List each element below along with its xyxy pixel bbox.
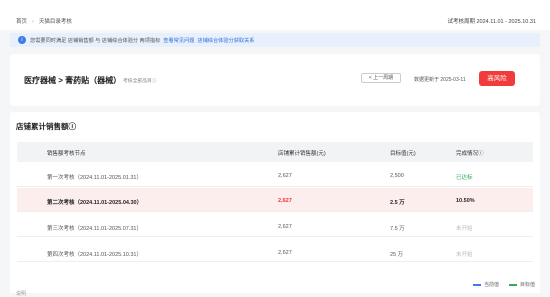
legend-current-swatch-icon (473, 283, 481, 286)
header-target: 目标值(元) (390, 151, 416, 157)
category-title: 医疗器械 > 膏药贴（器械） (24, 76, 122, 85)
sales-section-title: 店铺累计销售额ⓘ (16, 122, 76, 131)
assessment-period: 试考核周期 2024.11.01 - 2025.10.31 (447, 19, 536, 25)
row-status: 未开始 (456, 226, 473, 232)
breadcrumb-current: 天猫目录考核 (38, 19, 72, 25)
row-target: 7.5 万 (390, 226, 405, 232)
notice-banner: i 您需要同时满足 店铺销售额 与 店铺综合体验分 两项指标 查看常见问题 店铺综合… (10, 33, 540, 47)
breadcrumb: 首页 › 天猫目录考核 (16, 17, 72, 25)
notice-message: 您需要同时满足 店铺销售额 与 店铺综合体验分 两项指标 (30, 38, 161, 44)
header-sales: 店铺累计销售额(元) (278, 151, 326, 157)
row-node: 第四次考核（2024.11.01-2025.10.31） (47, 252, 142, 258)
header-node: 销售额考核节点 (47, 151, 86, 157)
breadcrumb-home[interactable]: 首页 (16, 19, 27, 25)
row-node: 第三次考核（2024.11.01-2025.07.31） (47, 226, 142, 232)
row-sales: 2,627 (278, 250, 292, 256)
legend-current-label: 当前值 (484, 282, 500, 288)
row-sales: 2,627 (278, 198, 292, 204)
row-node: 第一次考核（2024.11.01-2025.01.31） (47, 175, 142, 181)
row-target: 2.5 万 (390, 200, 405, 206)
legend-target: 目标值 (509, 281, 535, 288)
risk-badge[interactable]: 高风险 (479, 71, 515, 86)
header-status: 完成情况ⓘ (456, 151, 484, 157)
data-updated-text: 数据更新于 2025-03-11 (414, 77, 466, 83)
faq-link[interactable]: 查看常见问题 (163, 38, 194, 44)
row-node: 第二次考核（2024.11.01-2025.04.30） (47, 200, 143, 206)
row-target: 25 万 (390, 252, 404, 258)
row-status: 未开始 (456, 252, 473, 258)
footer-fragment: 说明 (16, 291, 27, 297)
legend-target-label: 目标值 (520, 282, 536, 288)
breadcrumb-separator-icon: › (32, 19, 34, 25)
scope-hint: 考核全部品目ⓘ (123, 79, 157, 84)
legend-current: 当前值 (473, 281, 499, 288)
previous-period-button[interactable]: < 上一周期 (361, 73, 401, 83)
legend-target-swatch-icon (509, 283, 517, 286)
row-status: 已达标 (456, 175, 473, 181)
row-status: 10.50% (456, 198, 475, 204)
row-sales: 2,627 (278, 224, 292, 230)
info-icon: i (18, 36, 26, 44)
notice-text: 您需要同时满足 店铺销售额 与 店铺综合体验分 两项指标 查看常见问题 店铺综合体验… (30, 37, 254, 44)
row-target: 2,500 (390, 173, 404, 179)
experience-score-link[interactable]: 店铺综合体验分获取关系 (197, 38, 254, 44)
top-bar (0, 0, 550, 30)
row-sales: 2,627 (278, 173, 292, 179)
